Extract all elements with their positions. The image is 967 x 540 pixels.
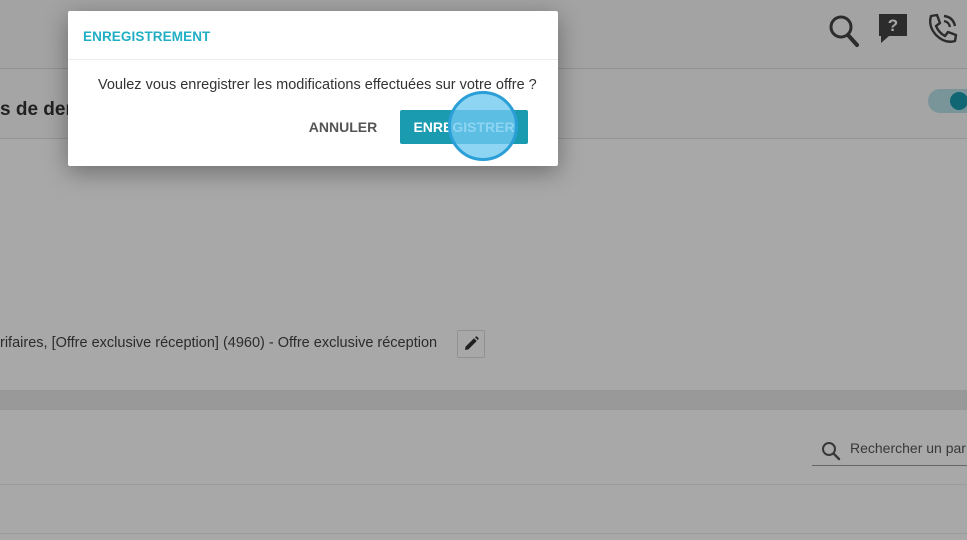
dialog-title: ENREGISTREMENT — [83, 29, 211, 44]
save-confirmation-dialog: ENREGISTREMENT Voulez vous enregistrer l… — [68, 11, 558, 166]
save-button[interactable]: ENREGISTRER — [400, 110, 528, 144]
dialog-message: Voulez vous enregistrer les modification… — [98, 77, 537, 93]
cancel-button[interactable]: ANNULER — [298, 110, 388, 144]
dialog-header: ENREGISTREMENT — [68, 11, 558, 60]
